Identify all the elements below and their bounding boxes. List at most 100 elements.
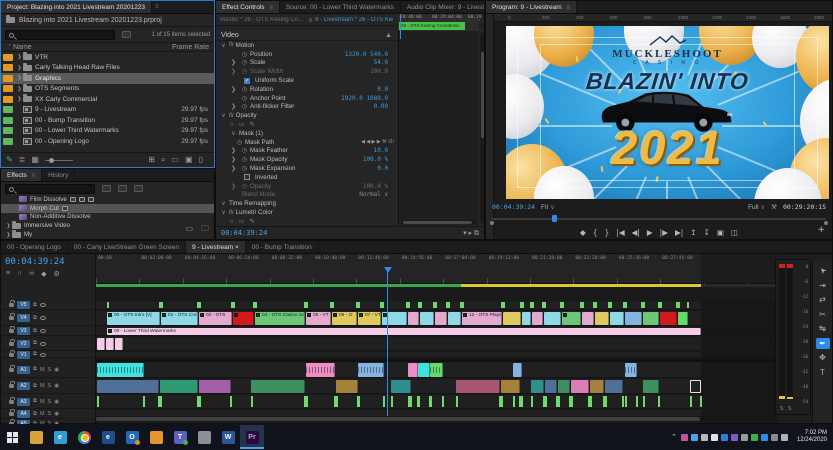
- track-header-V1[interactable]: V1⧉: [1, 352, 96, 358]
- checkbox[interactable]: [244, 174, 250, 180]
- go-to-out-button[interactable]: ▶|: [675, 228, 683, 237]
- tab-audio-clip-mixer[interactable]: Audio Clip Mixer: 9 - Livestream: [401, 1, 484, 14]
- project-item[interactable]: ❯VTR: [1, 52, 214, 63]
- pen-mask-icon[interactable]: ✎: [250, 218, 255, 225]
- timeline-timecode[interactable]: 00:04:39:24: [1, 254, 95, 267]
- tray-icon[interactable]: [751, 434, 758, 441]
- add-marker-icon[interactable]: ◆: [41, 270, 46, 278]
- project-item[interactable]: 00 - Bump Transition29.97 fps: [1, 115, 214, 126]
- comparison-view-button[interactable]: ◫: [731, 228, 738, 237]
- effect-item[interactable]: Film Dissolve: [1, 195, 214, 204]
- settings-wrench-icon[interactable]: ⚒: [771, 203, 777, 211]
- pen-mask-icon[interactable]: ✎: [250, 121, 255, 128]
- new-folder-icon[interactable]: 🗀: [201, 224, 209, 233]
- twirl-icon[interactable]: ❯: [230, 165, 237, 172]
- ec-row[interactable]: ∨fxMotion↺: [216, 41, 398, 50]
- ec-row[interactable]: ∨Time Remapping↺: [216, 199, 398, 208]
- track-lock-icon[interactable]: [9, 412, 14, 416]
- tray-icon[interactable]: [701, 434, 708, 441]
- timeline-horizontal-scrollbar[interactable]: [96, 416, 777, 422]
- delete-icon[interactable]: ▯: [199, 155, 203, 164]
- effect-item[interactable]: ❯My: [1, 230, 214, 239]
- tray-icon[interactable]: [691, 434, 698, 441]
- ec-value[interactable]: 100.0: [370, 68, 388, 75]
- edge-icon[interactable]: e: [48, 425, 72, 449]
- video-track-V3[interactable]: 00 - Lower Third Watermarks: [96, 327, 777, 336]
- list-view-icon[interactable]: ≣: [19, 155, 26, 164]
- track-target-button[interactable]: V3: [17, 327, 30, 335]
- voiceover-record-icon[interactable]: ◉: [54, 411, 59, 417]
- timeline-clip[interactable]: [660, 312, 677, 325]
- timeline-clip[interactable]: [625, 363, 637, 377]
- icon-view-icon[interactable]: ▦: [31, 155, 39, 164]
- snap-icon[interactable]: ∩: [17, 270, 22, 278]
- ec-row[interactable]: ❯◷Mask Opacity100.0 %↺: [216, 155, 398, 164]
- ec-row[interactable]: Inverted↺: [216, 173, 398, 182]
- twirl-icon[interactable]: ❯: [16, 65, 23, 71]
- mute-button[interactable]: M: [40, 411, 45, 417]
- track-lock-icon[interactable]: [9, 342, 14, 346]
- mute-button[interactable]: M: [40, 399, 45, 405]
- timeline-clip[interactable]: [503, 312, 521, 325]
- twirl-icon[interactable]: ❯: [230, 183, 237, 190]
- project-item[interactable]: ❯Graphics: [1, 73, 214, 84]
- solo-button[interactable]: S: [48, 411, 52, 417]
- timeline-clip[interactable]: [643, 380, 659, 393]
- timeline-clip[interactable]: [408, 363, 418, 377]
- timeline-tab[interactable]: 00 - Opening Logo: [1, 241, 68, 254]
- video-track-V2[interactable]: [96, 337, 777, 351]
- timeline-clip[interactable]: [531, 380, 544, 393]
- ec-value[interactable]: 1320.0 540.0: [345, 51, 388, 58]
- track-target-button[interactable]: A1: [17, 366, 30, 374]
- ec-row[interactable]: ∨fxLumetri Color↺: [216, 208, 398, 217]
- keyframe-nav-icons[interactable]: ◀ ◀ ▶ ▶ ⚒ ‹0›: [361, 139, 394, 145]
- sort-chevron-icon[interactable]: ⌃: [6, 44, 13, 50]
- track-output-eye-icon[interactable]: [40, 316, 46, 320]
- sync-lock-icon[interactable]: ⧉: [33, 340, 37, 347]
- linked-selection-icon[interactable]: ∞: [29, 270, 34, 278]
- ec-mini-clip[interactable]: 26 - OTS Keeing Countdown: [399, 22, 465, 30]
- track-output-eye-icon[interactable]: [40, 353, 46, 357]
- audio-meters[interactable]: 0-6-12-18-24-30-36-42-48-54 S S: [775, 259, 811, 415]
- twirl-icon[interactable]: ❯: [16, 75, 23, 81]
- ec-playhead[interactable]: [400, 14, 401, 39]
- track-header-A1[interactable]: A1⧉MS◉: [1, 362, 96, 378]
- mute-button[interactable]: M: [40, 367, 45, 373]
- pen-tool[interactable]: ✒: [816, 338, 830, 349]
- timeline-clip[interactable]: [513, 363, 522, 377]
- find-icon[interactable]: ⌕: [161, 155, 165, 164]
- track-header-V5[interactable]: V5⧉: [1, 301, 96, 310]
- timeline-clip[interactable]: [306, 363, 335, 377]
- ec-row[interactable]: Blend ModeNormal ∨↺: [216, 191, 398, 200]
- track-lock-icon[interactable]: [9, 303, 14, 307]
- zoom-slider[interactable]: [45, 160, 73, 161]
- track-target-button[interactable]: V2: [17, 340, 30, 348]
- twirl-icon[interactable]: ❯: [230, 68, 237, 75]
- timeline-clip[interactable]: [336, 380, 358, 393]
- twirl-icon[interactable]: ❯: [230, 147, 237, 154]
- audio-track-A3[interactable]: [96, 395, 777, 409]
- mute-button[interactable]: M: [40, 383, 45, 389]
- effects-search-input[interactable]: [5, 184, 95, 194]
- panel-menu-icon[interactable]: ≡: [155, 4, 159, 10]
- column-name[interactable]: Name: [13, 44, 32, 51]
- track-target-button[interactable]: V5: [17, 301, 30, 309]
- tab-project[interactable]: Project: Blazing into 2021 Livestream 20…: [1, 1, 152, 14]
- track-target-button[interactable]: A4: [17, 410, 30, 418]
- ec-value[interactable]: 0.0: [377, 86, 388, 93]
- timeline-clip[interactable]: [160, 380, 198, 393]
- tray-icon[interactable]: [781, 434, 788, 441]
- app-gray-icon[interactable]: [192, 425, 216, 449]
- ec-footer-grid-icon[interactable]: ⧉: [474, 230, 479, 237]
- twirl-icon[interactable]: ❯: [230, 103, 237, 110]
- add-marker-button[interactable]: ◆: [580, 228, 586, 237]
- ec-value[interactable]: 10.0: [374, 147, 388, 154]
- project-search-input[interactable]: [5, 30, 115, 40]
- taskbar-clock[interactable]: 7:02 PM 12/24/2020: [792, 430, 827, 444]
- hand-tool[interactable]: ✥: [816, 352, 830, 363]
- audio-track-A2[interactable]: [96, 379, 777, 394]
- ec-value[interactable]: 1920.0 1080.0: [341, 95, 388, 102]
- slip-tool[interactable]: ↹: [816, 323, 830, 334]
- ec-value[interactable]: Normal ∨: [359, 191, 388, 198]
- track-target-button[interactable]: A3: [17, 398, 30, 406]
